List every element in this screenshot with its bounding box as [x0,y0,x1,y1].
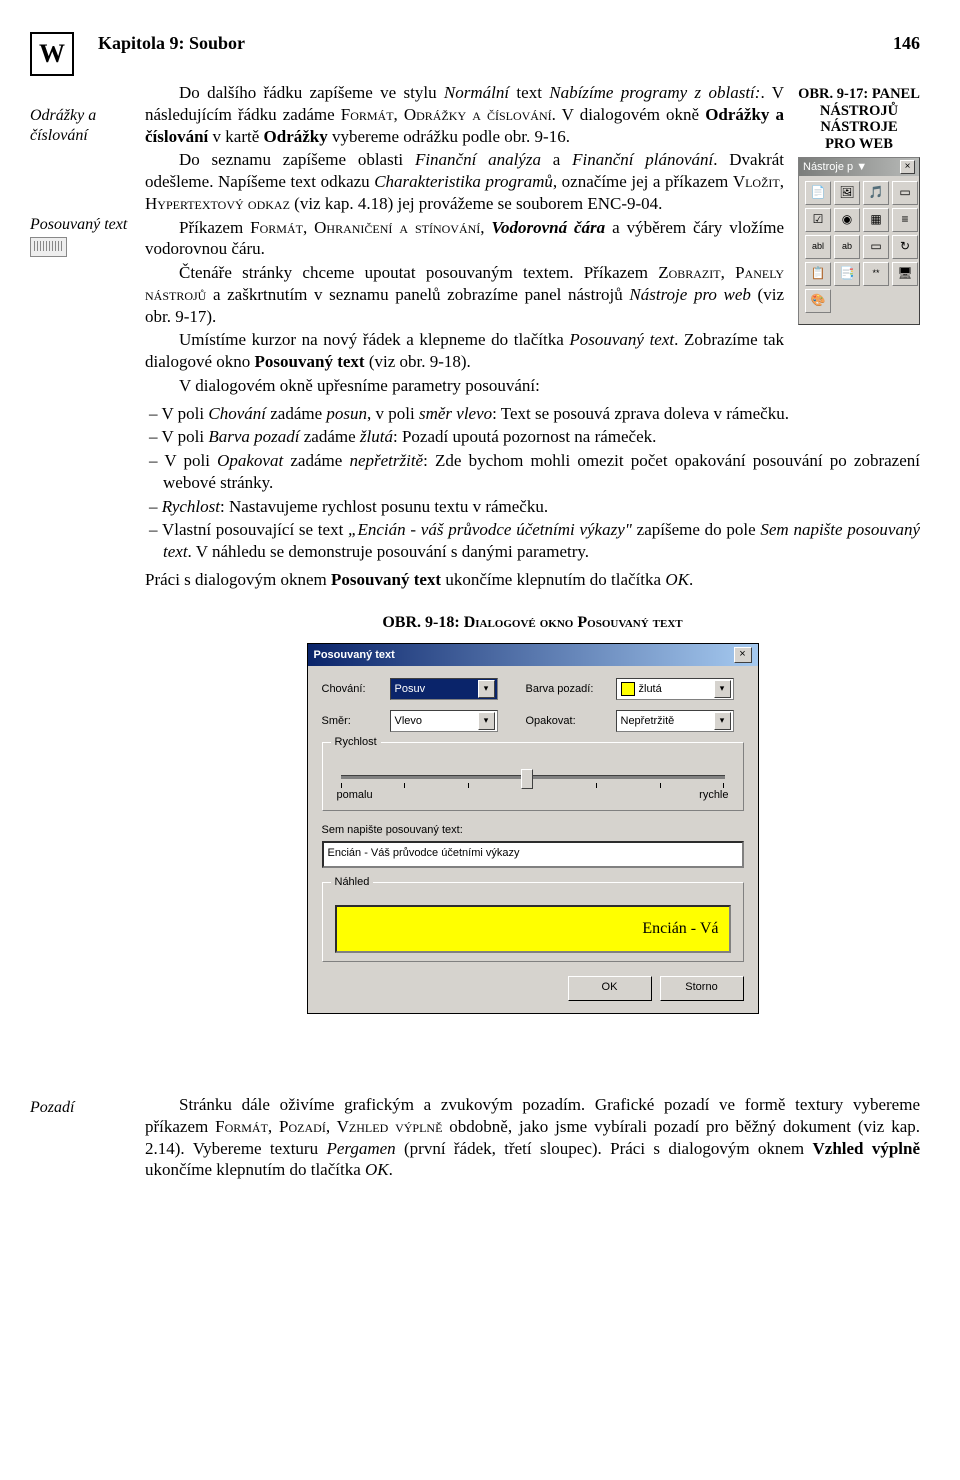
tool-icon[interactable]: ↻ [892,235,918,259]
paragraph: V dialogovém okně upřesníme parametry po… [145,375,920,397]
close-icon[interactable]: × [900,160,915,174]
margin-note-scrolltext: Posouvaný text [30,216,127,233]
tool-icon[interactable]: 🖼 [834,181,860,205]
close-icon[interactable]: × [734,647,752,663]
tool-icon[interactable]: ≡ [892,208,918,232]
chapter-title: Kapitola 9: Soubor [98,32,245,55]
figure-9-18-caption: OBR. 9-18: Dialogové okno Posouvaný text [145,613,920,633]
tool-icon[interactable]: ◉ [834,208,860,232]
scrolling-text-dialog: Posouvaný text × Chování: Posuv▾ Barva p… [307,643,759,1014]
label-bgcolor: Barva pozadí: [526,682,606,696]
preview-fieldset: Encián - Vá [322,882,744,962]
label-scrolltext: Sem napište posouvaný text: [322,823,744,837]
preview-box: Encián - Vá [335,905,731,953]
tool-icon[interactable]: 🎨 [805,289,831,313]
label-repeat: Opakovat: [526,714,606,728]
speed-fieldset: pomalu rychle [322,742,744,811]
paragraph: Stránku dále oživíme grafickým a zvukový… [145,1094,920,1181]
dash-list: V poli Chování zadáme posun, v poli směr… [145,403,920,563]
chevron-down-icon: ▾ [714,680,731,698]
web-tools-panel: Nástroje p ▼ × 📄 🖼 🎵 ▭ ☑ ◉ ▦ ≡ abl ab ▭ … [798,157,920,325]
list-item: Rychlost: Nastavujeme rychlost posunu te… [145,496,920,518]
margin-note-bullets: Odrážky a [30,107,96,124]
behavior-dropdown[interactable]: Posuv▾ [390,678,498,700]
panel-title: Nástroje p ▼ [803,160,867,174]
chevron-down-icon: ▾ [478,712,495,730]
chevron-down-icon: ▾ [478,680,495,698]
tool-icon[interactable]: ab [834,235,860,259]
margin-notes: Odrážky a číslování Posouvaný text [30,82,145,317]
scrolltext-icon [30,237,67,257]
tool-icon[interactable]: 🎵 [863,181,889,205]
repeat-dropdown[interactable]: Nepřetržitě▾ [616,710,734,732]
cancel-button[interactable]: Storno [660,976,744,1001]
tool-icon[interactable]: 🖥 [892,262,918,286]
tool-icon[interactable]: ** [863,262,889,286]
label-direction: Směr: [322,714,380,728]
speed-slider[interactable] [341,775,725,779]
slider-thumb[interactable] [521,769,533,789]
list-item: V poli Opakovat zadáme nepřetržitě: Zde … [145,450,920,494]
page-number: 146 [893,32,920,55]
margin-note-background: Pozadí [30,1099,74,1116]
scrolltext-input[interactable]: Encián - Váš průvodce účetními výkazy [322,841,744,868]
list-item: V poli Chování zadáme posun, v poli směr… [145,403,920,425]
paragraph: Práci s dialogovým oknem Posouvaný text … [145,569,920,591]
list-item: V poli Barva pozadí zadáme žlutá: Pozadí… [145,426,920,448]
tool-icon[interactable]: ▭ [863,235,889,259]
tool-icon[interactable]: ☑ [805,208,831,232]
tool-icon[interactable]: 📋 [805,262,831,286]
slider-label-fast: rychle [699,788,728,802]
color-swatch [621,682,635,696]
dialog-title: Posouvaný text [314,648,395,662]
bgcolor-dropdown[interactable]: žlutá▾ [616,678,734,700]
app-logo: W [30,32,74,76]
list-item: Vlastní posouvající se text „Encián - vá… [145,519,920,563]
tool-icon[interactable]: ▭ [892,181,918,205]
label-behavior: Chování: [322,682,380,696]
tool-icon[interactable]: abl [805,235,831,259]
slider-label-slow: pomalu [337,788,373,802]
tool-icon[interactable]: 📑 [834,262,860,286]
chevron-down-icon: ▾ [714,712,731,730]
figure-9-17: OBR. 9-17: PANEL NÁSTROJŮ NÁSTROJE PRO W… [798,86,920,325]
ok-button[interactable]: OK [568,976,652,1001]
margin-notes: Pozadí [30,1094,145,1178]
tool-icon[interactable]: 📄 [805,181,831,205]
tool-icon[interactable]: ▦ [863,208,889,232]
direction-dropdown[interactable]: Vlevo▾ [390,710,498,732]
paragraph: Umístíme kurzor na nový řádek a klepneme… [145,329,920,373]
